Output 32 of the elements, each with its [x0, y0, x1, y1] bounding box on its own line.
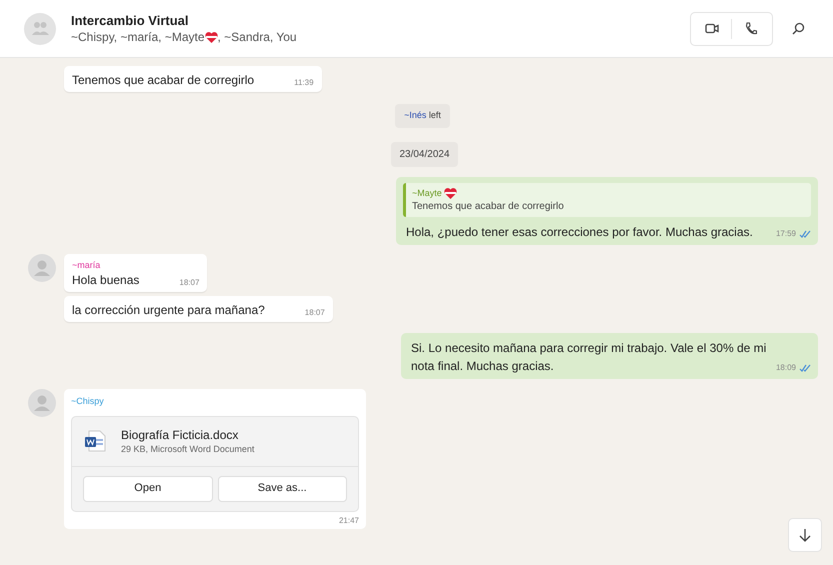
heart-emoji-icon [444, 188, 457, 199]
arrow-down-icon [799, 528, 811, 542]
search-icon [792, 22, 804, 35]
message-text: Si. Lo necesito mañana para corregir mi trabajo. Vale el 30% de mi nota final. Muchas gracias. [411, 340, 768, 375]
word-document-icon [83, 429, 107, 453]
quoted-message: ~Mayte Tenemos que acabar de corregirlo [403, 182, 811, 217]
message-time: 17:59 [776, 228, 796, 240]
sender-name: ~Chispy [71, 395, 105, 408]
phone-icon [745, 22, 757, 35]
sender-name: ~maría [72, 259, 102, 271]
members-list: , ~Sandra, You [218, 28, 297, 46]
video-camera-icon [705, 23, 719, 34]
message-text: la corrección urgente para mañana? [72, 302, 266, 319]
chat-title: Intercambio Virtual [71, 12, 190, 28]
file-action-button[interactable]: Save as... [218, 476, 347, 502]
date-badge: 23/04/2024 [391, 142, 458, 166]
message-time: 18:07 [179, 277, 200, 289]
message-time: 18:07 [304, 307, 325, 319]
quoted-text: Tenemos que acabar de corregirlo [412, 200, 565, 213]
heart-emoji-icon [204, 32, 218, 42]
message-text: Tenemos que acabar de corregirlo [72, 72, 256, 89]
members-list: ~Chispy, ~maría, ~Mayte [71, 28, 204, 46]
file-action-button[interactable]: Open [83, 476, 212, 502]
file-info: 29 KB, Microsoft Word Document [121, 442, 254, 456]
message-time: 21:47 [338, 514, 359, 526]
message-text: Hola, ¿puedo tener esas correcciones por favor. Muchas gracias. [406, 224, 753, 241]
system-notice: ~Inés left [395, 104, 450, 128]
file-name: Biografía Ficticia.docx [121, 426, 240, 442]
scroll-down-button[interactable] [788, 518, 822, 552]
message-time: 11:39 [294, 77, 314, 89]
message-time: 18:09 [776, 362, 796, 374]
message-text: Hola buenas [72, 272, 140, 289]
